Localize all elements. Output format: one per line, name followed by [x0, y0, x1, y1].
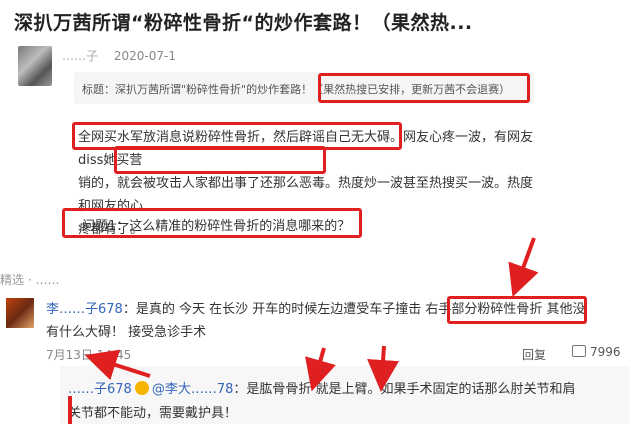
arrow-to-right-hand — [508, 237, 539, 298]
arrow-to-upper-arm — [367, 345, 400, 392]
arrow-to-humerus — [305, 347, 336, 392]
arrow-to-time — [84, 349, 151, 381]
annotation-arrows — [68, 237, 539, 424]
